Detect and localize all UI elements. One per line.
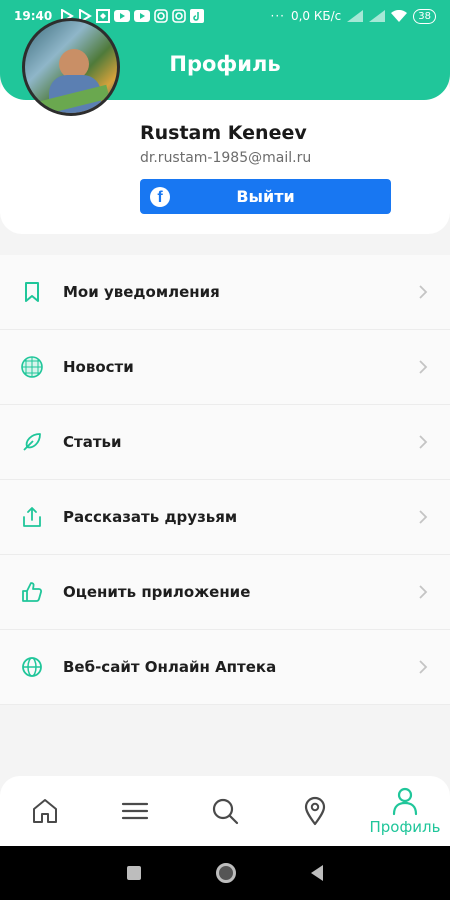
menu-item-label: Рассказать друзьям xyxy=(63,508,238,526)
network-speed: 0,0 КБ/с xyxy=(290,9,342,23)
wifi-icon xyxy=(391,10,408,22)
battery-indicator: 38 xyxy=(413,8,436,24)
bookmark-icon xyxy=(20,280,44,304)
signal-icon xyxy=(369,10,386,22)
logout-button[interactable]: f Выйти xyxy=(140,179,391,214)
globe-icon xyxy=(20,655,44,679)
home-button[interactable] xyxy=(215,863,236,883)
menu-item-notifications[interactable]: Мои уведомления xyxy=(0,255,450,330)
menu-item-label: Мои уведомления xyxy=(63,283,220,301)
search-icon xyxy=(212,798,239,825)
menu-item-website[interactable]: Веб-сайт Онлайн Аптека xyxy=(0,630,450,705)
user-email: dr.rustam-1985@mail.ru xyxy=(140,150,312,166)
feather-icon xyxy=(20,430,44,454)
bottom-nav: Профиль xyxy=(0,776,450,846)
user-icon xyxy=(392,787,418,816)
status-time: 19:40 xyxy=(14,9,53,23)
chevron-right-icon xyxy=(419,585,428,599)
nav-search[interactable] xyxy=(180,776,270,846)
share-icon xyxy=(20,505,44,529)
nav-profile-label: Профиль xyxy=(369,818,441,836)
menu-item-news[interactable]: Новости xyxy=(0,330,450,405)
nav-catalog[interactable] xyxy=(90,776,180,846)
youtube-icon xyxy=(134,10,151,22)
system-indicators: ··· 0,0 КБ/с 38 xyxy=(270,8,436,24)
menu-item-label: Оценить приложение xyxy=(63,583,251,601)
avatar[interactable] xyxy=(22,18,120,116)
menu-item-articles[interactable]: Статьи xyxy=(0,405,450,480)
instagram-icon xyxy=(172,9,187,23)
chevron-right-icon xyxy=(419,360,428,374)
home-icon xyxy=(33,799,57,823)
chevron-right-icon xyxy=(419,660,428,674)
profile-menu: Мои уведомления Новости Статьи Рассказат… xyxy=(0,255,450,705)
recent-apps-button[interactable] xyxy=(127,866,142,880)
user-name: Rustam Keneev xyxy=(140,122,307,144)
globe-grid-icon xyxy=(20,355,44,379)
chevron-right-icon xyxy=(419,510,428,524)
menu-icon xyxy=(121,802,149,820)
menu-item-label: Статьи xyxy=(63,433,122,451)
tiktok-icon xyxy=(190,9,205,23)
thumbs-up-icon xyxy=(20,580,44,604)
app-grid-icon xyxy=(96,9,111,23)
menu-item-label: Новости xyxy=(63,358,134,376)
signal-icon xyxy=(347,10,364,22)
instagram-icon xyxy=(154,9,169,23)
menu-item-label: Веб-сайт Онлайн Аптека xyxy=(63,658,277,676)
chevron-right-icon xyxy=(419,435,428,449)
nav-pharmacies[interactable] xyxy=(270,776,360,846)
menu-item-share[interactable]: Рассказать друзьям xyxy=(0,480,450,555)
chevron-right-icon xyxy=(419,285,428,299)
nav-profile[interactable]: Профиль xyxy=(360,776,450,846)
back-button[interactable] xyxy=(310,865,323,881)
nav-home[interactable] xyxy=(0,776,90,846)
facebook-icon: f xyxy=(150,187,170,207)
system-nav-bar xyxy=(0,846,450,900)
youtube-icon xyxy=(114,10,131,22)
more-dots: ··· xyxy=(270,9,285,23)
menu-item-rate-app[interactable]: Оценить приложение xyxy=(0,555,450,630)
location-icon xyxy=(304,796,326,826)
logout-label: Выйти xyxy=(236,187,295,206)
